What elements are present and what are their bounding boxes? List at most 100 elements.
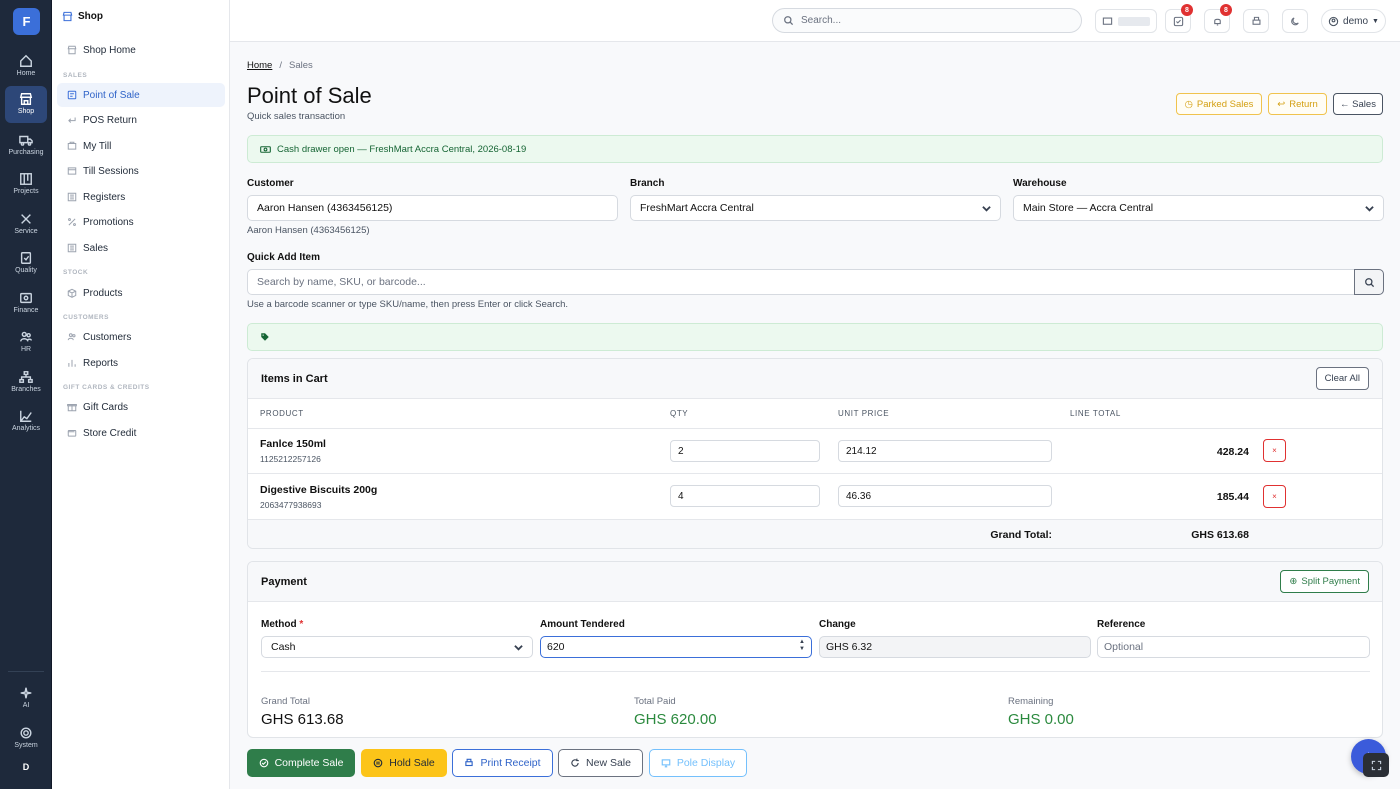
plus-circle-icon: ⊕ xyxy=(1289,576,1298,587)
breadcrumb-home-link[interactable]: Home xyxy=(247,60,272,71)
percent-icon xyxy=(67,217,77,227)
cart-row: Digestive Biscuits 200g 2063477938693 4 … xyxy=(248,473,1382,519)
clear-all-button[interactable]: Clear All xyxy=(1315,367,1369,390)
sidebar-item-registers[interactable]: Registers xyxy=(57,185,225,209)
sidebar-item-sales[interactable]: Sales xyxy=(57,236,225,260)
rail-item-quality[interactable]: Quality xyxy=(5,245,47,281)
sidebar-item-reports[interactable]: Reports xyxy=(57,351,225,375)
display-toggle-button[interactable] xyxy=(1095,9,1157,33)
people-icon xyxy=(67,332,77,342)
qty-input[interactable]: 2 xyxy=(670,440,820,462)
rail-item-ai[interactable]: AI xyxy=(5,680,47,716)
cart-title: Items in Cart xyxy=(261,372,328,385)
sidebar-item-shop-home[interactable]: Shop Home xyxy=(57,38,225,62)
sidebar-item-gift-cards[interactable]: Gift Cards xyxy=(57,395,225,419)
rail-item-system[interactable]: System xyxy=(5,720,47,756)
main-content: Home / Sales Point of Sale Quick sales t… xyxy=(230,43,1400,789)
notifications-button[interactable]: 8 xyxy=(1204,4,1232,33)
screenshot-button[interactable] xyxy=(1363,753,1389,777)
sidebar-item-store-credit[interactable]: Store Credit xyxy=(57,421,225,445)
pause-circle-icon xyxy=(373,758,383,768)
sidebar-item-promotions[interactable]: Promotions xyxy=(57,210,225,234)
rail-item-hr[interactable]: HR xyxy=(5,324,47,360)
print-receipt-button[interactable]: Print Receipt xyxy=(452,749,553,777)
clock-icon: ◷ xyxy=(1184,98,1193,110)
rail-item-purchasing[interactable]: Purchasing xyxy=(5,127,47,163)
change-field: GHS 6.32 xyxy=(819,636,1091,658)
number-stepper-icon[interactable]: ▲ ▼ xyxy=(799,639,805,653)
new-sale-button[interactable]: New Sale xyxy=(558,749,643,777)
remove-item-button[interactable]: × xyxy=(1263,439,1286,462)
user-avatar[interactable]: D xyxy=(16,762,36,772)
reference-input[interactable]: Optional xyxy=(1097,636,1370,658)
return-icon xyxy=(67,115,77,125)
app-rail: F Home Shop Purchasing Projects Service … xyxy=(0,0,52,789)
hold-sale-button[interactable]: Hold Sale xyxy=(361,749,447,777)
sidebar-item-point-of-sale[interactable]: Point of Sale xyxy=(57,83,225,107)
split-payment-button[interactable]: ⊕ Split Payment xyxy=(1280,570,1369,593)
sidebar-item-pos-return[interactable]: POS Return xyxy=(57,108,225,132)
topbar: Search... 8 8 demo ▼ xyxy=(230,0,1400,42)
unit-price-input[interactable]: 214.12 xyxy=(838,440,1052,462)
rail-label: Analytics xyxy=(11,425,40,432)
payment-method-select[interactable]: Cash xyxy=(261,636,533,658)
app-logo[interactable]: F xyxy=(13,8,40,35)
product-name: Fanlce 150ml xyxy=(260,438,326,450)
theme-toggle-button[interactable] xyxy=(1282,9,1308,33)
rail-item-home[interactable]: Home xyxy=(5,48,47,84)
complete-sale-button[interactable]: Complete Sale xyxy=(247,749,355,777)
qty-input[interactable]: 4 xyxy=(670,485,820,507)
register-icon xyxy=(67,90,77,100)
customer-label: Customer xyxy=(247,178,294,189)
clipboard-icon xyxy=(19,251,33,265)
rail-item-shop[interactable]: Shop xyxy=(5,86,47,123)
amount-tendered-input[interactable]: 620 ▲ ▼ xyxy=(540,636,812,658)
grand-total-row: Grand Total: GHS 613.68 xyxy=(248,519,1382,548)
quick-add-search-input[interactable]: Search by name, SKU, or barcode... xyxy=(247,269,1356,295)
warehouse-select[interactable]: Main Store — Accra Central xyxy=(1013,195,1384,221)
user-menu-button[interactable]: demo ▼ xyxy=(1321,9,1386,33)
pole-display-button[interactable]: Pole Display xyxy=(649,749,747,777)
rail-item-branches[interactable]: Branches xyxy=(5,364,47,400)
unit-price-input[interactable]: 46.36 xyxy=(838,485,1052,507)
refresh-icon xyxy=(571,758,579,767)
rail-item-service[interactable]: Service xyxy=(5,206,47,242)
customer-field[interactable]: Aaron Hansen (4363456125) xyxy=(247,195,618,221)
product-sku: 1125212257126 xyxy=(260,454,321,464)
registers-icon xyxy=(67,192,77,202)
search-icon xyxy=(784,16,794,26)
return-button[interactable]: ↩ Return xyxy=(1268,93,1327,115)
summary-grand-total-label: Grand Total xyxy=(261,696,310,707)
sidebar-item-till-sessions[interactable]: Till Sessions xyxy=(57,159,225,183)
bell-icon xyxy=(1213,18,1221,25)
quick-add-label: Quick Add Item xyxy=(247,252,320,263)
printer-icon xyxy=(465,758,474,767)
display-indicator xyxy=(1118,16,1150,26)
tasks-badge: 8 xyxy=(1181,4,1193,16)
sidebar-item-my-till[interactable]: My Till xyxy=(57,134,225,158)
chart-icon xyxy=(19,409,33,423)
branch-select[interactable]: FreshMart Accra Central xyxy=(630,195,1001,221)
cart-card: Items in Cart Clear All PRODUCT QTY UNIT… xyxy=(247,358,1383,549)
checklist-icon xyxy=(1173,16,1183,26)
summary-total-paid-value: GHS 620.00 xyxy=(634,711,717,728)
sessions-icon xyxy=(67,166,77,176)
sidebar-item-customers[interactable]: Customers xyxy=(57,325,225,349)
rail-item-projects[interactable]: Projects xyxy=(5,166,47,202)
quick-add-search-button[interactable] xyxy=(1354,269,1384,295)
gift-icon xyxy=(67,402,77,412)
sidebar-item-products[interactable]: Products xyxy=(57,281,225,305)
rail-label: Branches xyxy=(11,386,41,393)
monitor-icon xyxy=(1102,17,1113,25)
tasks-button[interactable]: 8 xyxy=(1165,4,1193,33)
wrench-icon xyxy=(19,212,33,226)
parked-sales-button[interactable]: ◷ Parked Sales xyxy=(1176,93,1262,115)
global-search-input[interactable]: Search... xyxy=(772,8,1082,33)
print-button[interactable] xyxy=(1243,9,1269,33)
rail-item-analytics[interactable]: Analytics xyxy=(5,403,47,439)
remove-item-button[interactable]: × xyxy=(1263,485,1286,508)
rail-divider xyxy=(8,671,44,672)
rail-label: Finance xyxy=(13,307,39,314)
rail-item-finance[interactable]: Finance xyxy=(5,285,47,321)
back-to-sales-button[interactable]: ← Sales xyxy=(1333,93,1383,115)
